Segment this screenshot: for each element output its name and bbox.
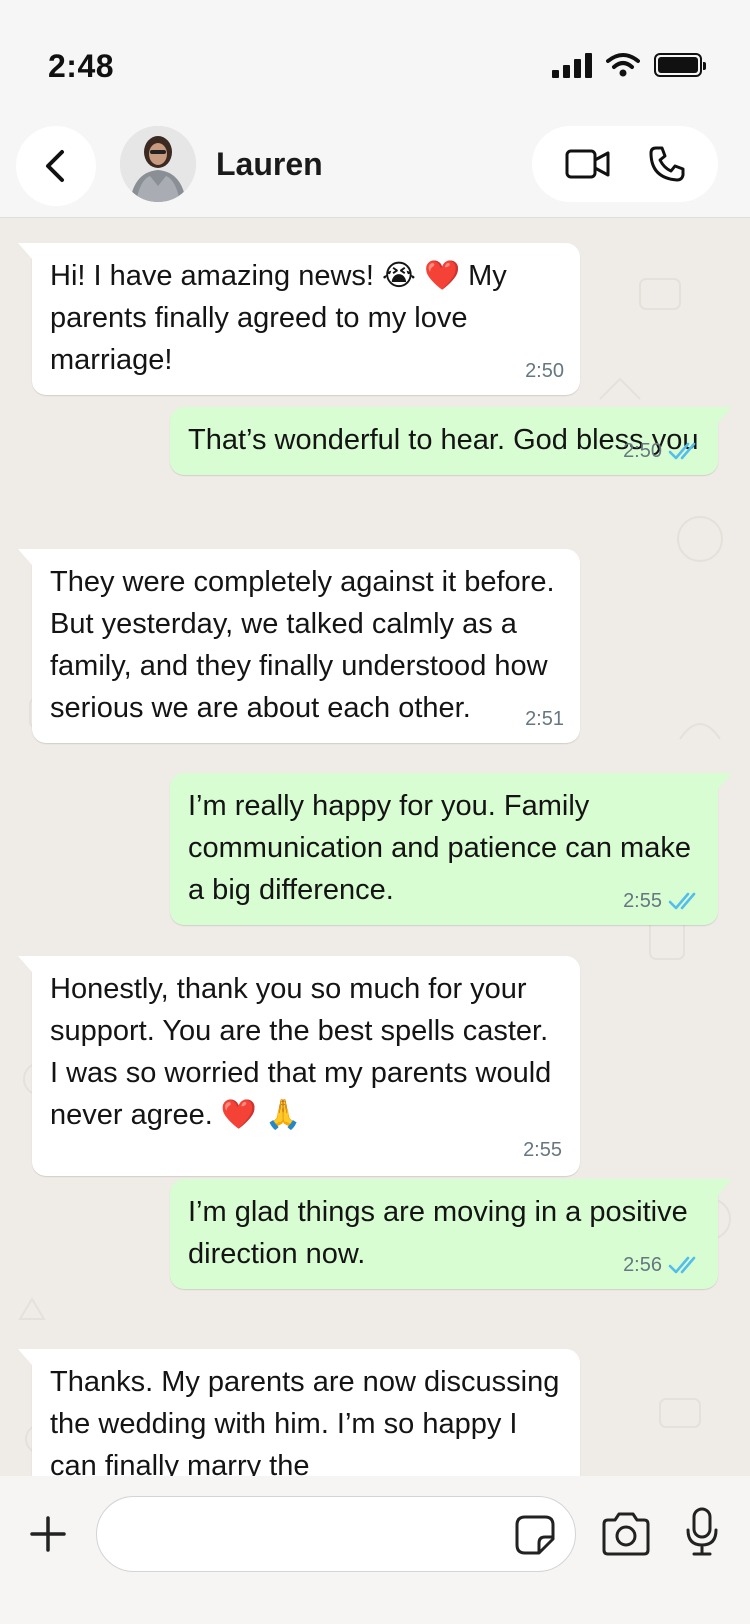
back-button[interactable]: [16, 126, 96, 206]
message-meta: 2:51: [525, 707, 564, 731]
message-time: 2:56: [623, 1254, 662, 1276]
message-meta: 2:50: [623, 439, 702, 463]
double-check-icon: [668, 890, 702, 912]
message-text: Thanks. My parents are now discussing th…: [50, 1366, 560, 1476]
wifi-icon: [606, 53, 640, 77]
avatar[interactable]: [120, 126, 196, 202]
microphone-icon: [686, 1507, 718, 1556]
call-actions: [532, 126, 718, 202]
status-icons: [552, 52, 706, 78]
video-call-icon: [565, 149, 609, 179]
message-text: They were completely against it before. …: [50, 566, 555, 724]
double-check-icon: [668, 1254, 702, 1276]
message-meta: 2:55: [50, 1138, 562, 1162]
message-time: 2:50: [525, 360, 564, 382]
signal-icon: [552, 52, 592, 78]
sticker-icon: [515, 1515, 555, 1555]
message-bubble-outgoing[interactable]: I’m glad things are moving in a positive…: [170, 1179, 732, 1289]
attach-button[interactable]: [28, 1514, 68, 1554]
message-bubble-incoming[interactable]: They were completely against it before. …: [18, 549, 580, 743]
message-input[interactable]: [121, 1507, 501, 1563]
microphone-button[interactable]: [684, 1506, 720, 1558]
chevron-left-icon: [46, 150, 64, 182]
message-meta: 2:50: [525, 359, 564, 383]
camera-icon: [602, 1512, 650, 1556]
message-input-container: [96, 1496, 576, 1572]
message-composer: [0, 1476, 750, 1624]
message-meta: 2:56: [623, 1253, 702, 1277]
battery-icon: [654, 53, 706, 77]
chat-header: Lauren: [0, 118, 750, 218]
contact-name[interactable]: Lauren: [216, 146, 323, 183]
message-time: 2:50: [623, 440, 662, 462]
message-bubble-incoming[interactable]: Thanks. My parents are now discussing th…: [18, 1349, 580, 1476]
message-text: Honestly, thank you so much for your sup…: [50, 973, 552, 1131]
message-meta: 2:55: [623, 889, 702, 913]
message-time: 2:55: [523, 1139, 562, 1161]
status-time: 2:48: [48, 48, 115, 84]
camera-button[interactable]: [600, 1510, 652, 1558]
video-call-button[interactable]: [565, 148, 611, 180]
message-bubble-incoming[interactable]: Honestly, thank you so much for your sup…: [18, 956, 580, 1176]
message-text: Hi! I have amazing news! 😭 ❤️ My parents…: [50, 260, 507, 376]
message-bubble-outgoing[interactable]: That’s wonderful to hear. God bless you …: [170, 407, 732, 475]
message-time: 2:51: [525, 708, 564, 730]
message-time: 2:55: [623, 890, 662, 912]
plus-icon: [30, 1516, 66, 1552]
voice-call-button[interactable]: [648, 145, 686, 183]
message-bubble-incoming[interactable]: Hi! I have amazing news! 😭 ❤️ My parents…: [18, 243, 580, 395]
phone-icon: [649, 146, 684, 182]
sticker-button[interactable]: [513, 1513, 557, 1557]
avatar-image: [120, 126, 196, 202]
message-bubble-outgoing[interactable]: I’m really happy for you. Family communi…: [170, 773, 732, 925]
double-check-icon: [668, 440, 702, 462]
message-list[interactable]: Hi! I have amazing news! 😭 ❤️ My parents…: [0, 219, 750, 1476]
status-bar: 2:48: [0, 0, 750, 118]
